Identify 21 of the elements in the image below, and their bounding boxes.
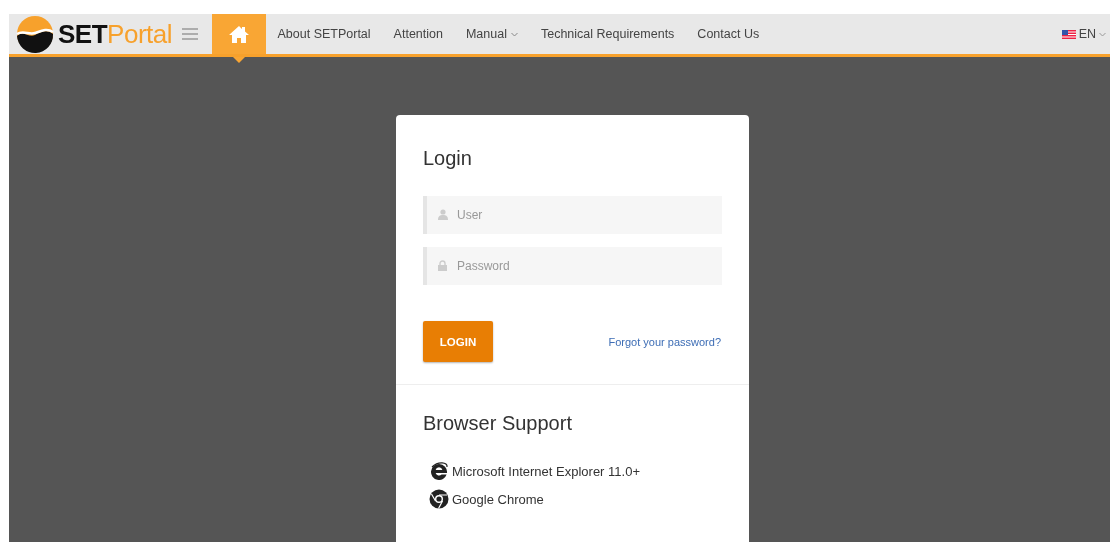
- browser-e-icon: [429, 462, 449, 480]
- nav-link[interactable]: Contact Us: [685, 14, 771, 54]
- password-field[interactable]: Password: [423, 247, 722, 285]
- browser-name: Microsoft Internet Explorer 11.0+: [452, 463, 640, 479]
- section-title: Browser Support: [423, 411, 573, 435]
- flag-icon: [1061, 29, 1076, 39]
- home-icon: [228, 25, 250, 43]
- browser-name: Google Chrome: [452, 491, 544, 507]
- language-selector[interactable]: EN: [1078, 27, 1096, 41]
- menu-icon[interactable]: [182, 28, 198, 40]
- nav-link[interactable]: About SETPortal: [266, 14, 383, 54]
- nav-link[interactable]: Technical Requirements: [529, 14, 686, 54]
- browser-circle-icon: [429, 489, 449, 509]
- logo-text[interactable]: SETPortal: [58, 18, 172, 50]
- caret-icon: [510, 31, 518, 37]
- nav-dropdown[interactable]: Manual: [454, 14, 530, 54]
- nav-link[interactable]: Attention: [382, 14, 455, 54]
- forgot-password-link[interactable]: Forgot your password?: [608, 335, 721, 348]
- login-title: Login: [423, 146, 473, 170]
- user-field[interactable]: User: [423, 196, 722, 234]
- caret-icon: [1099, 31, 1106, 37]
